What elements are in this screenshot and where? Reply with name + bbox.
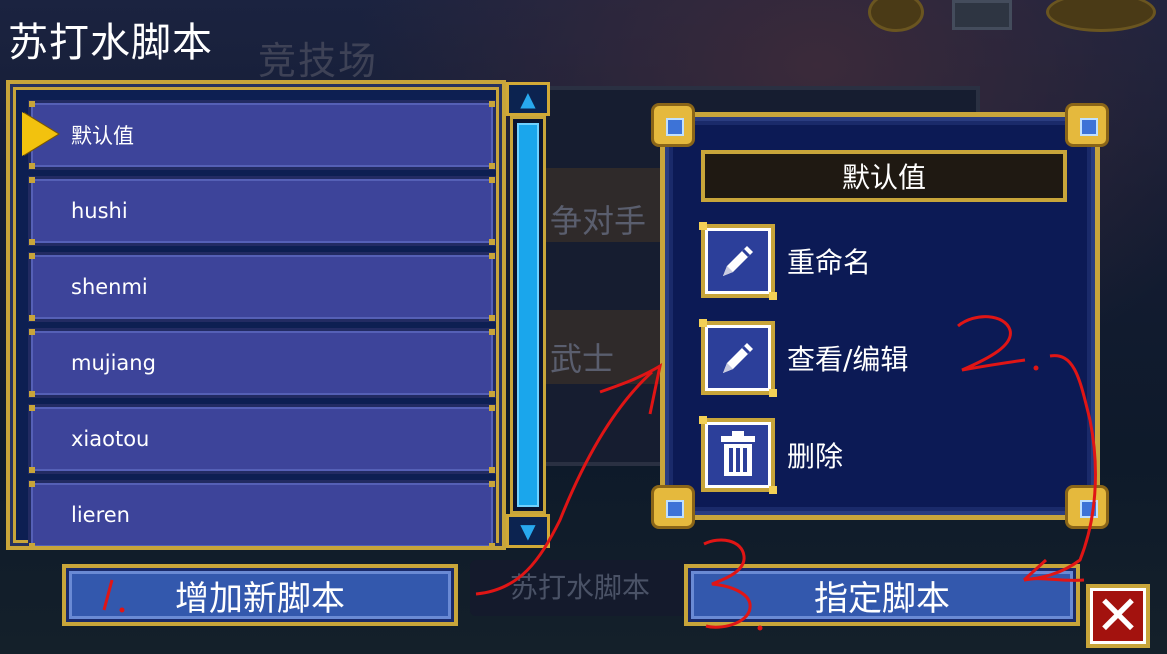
script-item-shenmi[interactable]: shenmi: [28, 252, 496, 322]
ornament-icon: [651, 103, 695, 147]
script-action-popup: 默认值 重命名 查看/编辑 删除: [651, 103, 1109, 529]
close-icon: ✕: [1095, 584, 1141, 647]
script-item-xiaotou[interactable]: xiaotou: [28, 404, 496, 474]
script-item-mujiang[interactable]: mujiang: [28, 328, 496, 398]
script-item-default[interactable]: 默认值: [28, 100, 496, 170]
scroll-up-button[interactable]: ▲: [506, 82, 550, 116]
rename-label: 重命名: [787, 246, 872, 279]
background-rival-text: 争对手: [550, 202, 647, 240]
app-title: 苏打水脚本: [8, 20, 213, 66]
scroll-down-button[interactable]: ▼: [506, 514, 550, 548]
background-class-text: 武士: [550, 340, 615, 378]
pencil-icon[interactable]: [699, 222, 777, 300]
script-item-hushi[interactable]: hushi: [28, 176, 496, 246]
rename-action[interactable]: 重命名: [699, 222, 872, 300]
trash-icon[interactable]: [699, 416, 777, 494]
scroll-track[interactable]: [510, 116, 546, 514]
script-list-panel: 默认值 hushi shenmi mujiang xiaotou lieren: [6, 80, 506, 550]
script-item-label: mujiang: [71, 351, 156, 375]
pencil-icon[interactable]: [699, 319, 777, 397]
ornament-icon: [1065, 485, 1109, 529]
close-button[interactable]: ✕: [1086, 584, 1150, 648]
ornament-icon: [1065, 103, 1109, 147]
delete-label: 删除: [787, 440, 844, 473]
view-edit-label: 查看/编辑: [787, 343, 909, 376]
view-edit-action[interactable]: 查看/编辑: [699, 319, 909, 397]
arrow-down-icon: ▼: [520, 519, 536, 543]
ornament-icon: [651, 485, 695, 529]
assign-script-button[interactable]: 指定脚本: [684, 564, 1080, 626]
script-item-label: xiaotou: [71, 427, 150, 451]
script-item-label: 默认值: [71, 124, 134, 148]
add-new-script-button[interactable]: 增加新脚本: [62, 564, 458, 626]
selection-arrow-icon: [22, 112, 58, 156]
script-list-scrollbar[interactable]: ▲ ▼: [506, 82, 550, 548]
arrow-up-icon: ▲: [520, 87, 536, 111]
script-item-label: hushi: [71, 199, 128, 223]
script-item-label: shenmi: [71, 275, 148, 299]
background-tab-label: 竞技场: [258, 39, 379, 83]
script-item-label: lieren: [71, 503, 130, 527]
mail-icon: [952, 0, 1012, 30]
script-item-lieren[interactable]: lieren: [28, 480, 496, 546]
popup-title: 默认值: [701, 150, 1067, 202]
background-footer-label: 苏打水脚本: [470, 560, 690, 616]
scroll-thumb[interactable]: [517, 123, 539, 507]
delete-action[interactable]: 删除: [699, 416, 844, 494]
